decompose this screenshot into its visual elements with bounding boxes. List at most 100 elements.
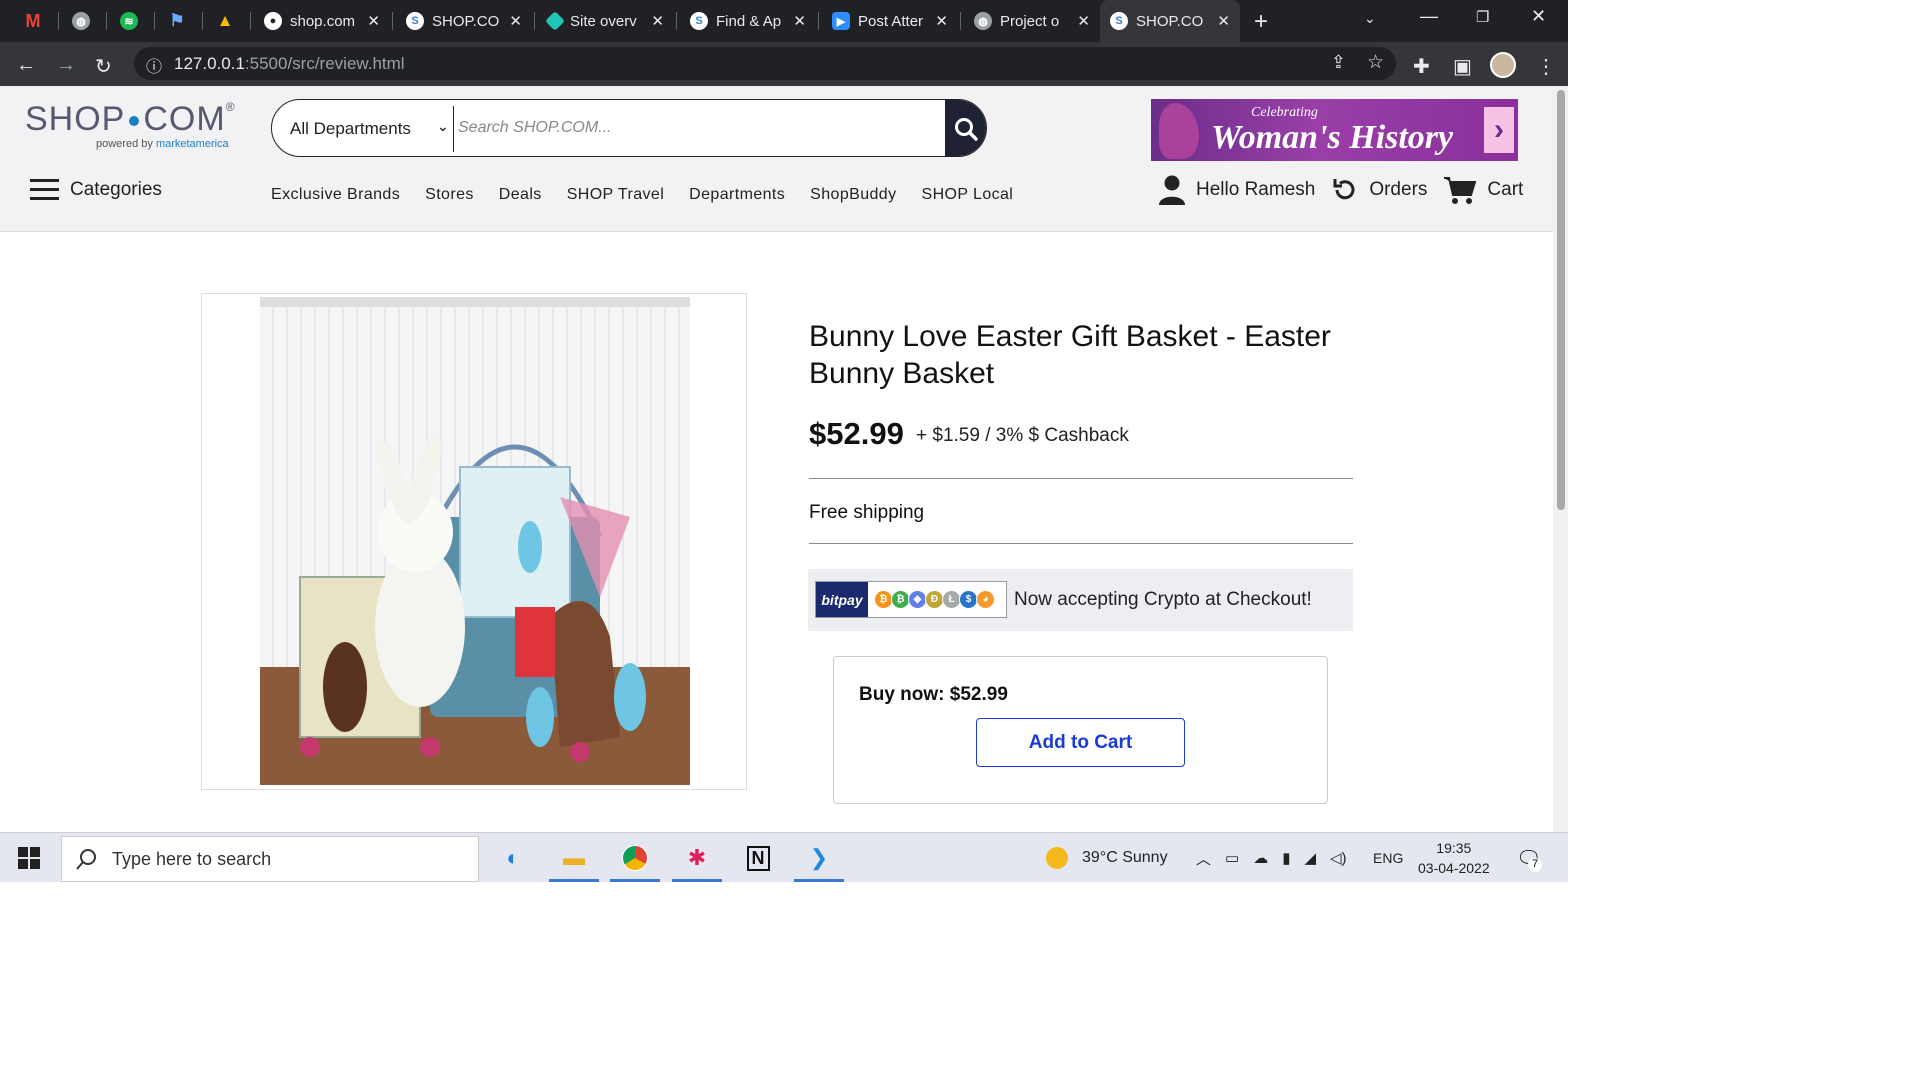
- tab-globe[interactable]: ◍: [62, 0, 104, 42]
- search-bar: All Departments ⌄: [271, 99, 987, 157]
- tab-post-attendee[interactable]: ▶ Post Atter ✕: [822, 0, 958, 42]
- share-icon[interactable]: ⇪: [1331, 52, 1346, 73]
- chevron-right-icon[interactable]: ›: [1484, 107, 1514, 153]
- taskbar-search[interactable]: Type here to search: [61, 836, 479, 882]
- tab-shop-1[interactable]: S SHOP.CO ✕: [396, 0, 532, 42]
- globe-icon: ◍: [974, 12, 992, 30]
- add-to-cart-button[interactable]: Add to Cart: [976, 718, 1185, 767]
- nav-shopbuddy[interactable]: ShopBuddy: [810, 186, 896, 204]
- close-tab-icon[interactable]: ✕: [509, 12, 522, 30]
- windows-taskbar: Type here to search ◐ ▬ ✱ N ❯ 39°C Sunny…: [0, 832, 1568, 882]
- chevron-down-icon[interactable]: ⌄: [437, 118, 449, 135]
- nav-deals[interactable]: Deals: [499, 186, 542, 204]
- account-links: Hello Ramesh Orders Cart: [1158, 174, 1523, 206]
- vscode-icon[interactable]: ❯: [802, 841, 836, 875]
- tab-find-apply[interactable]: S Find & Ap ✕: [680, 0, 816, 42]
- tab-project[interactable]: ◍ Project o ✕: [964, 0, 1100, 42]
- restore-icon[interactable]: ❐: [1476, 8, 1489, 26]
- account-greeting[interactable]: Hello Ramesh: [1196, 179, 1315, 201]
- product-image[interactable]: [260, 297, 690, 785]
- side-panel-icon[interactable]: ▣: [1453, 54, 1472, 79]
- battery-icon[interactable]: ▮: [1282, 849, 1290, 867]
- browser-tab-strip: M ◍ ≋ ⚑ ▲ ● shop.com ✕ S SHOP.CO ✕ Site over…: [0, 0, 1568, 42]
- search-icon: [954, 118, 978, 141]
- shop-logo[interactable]: SHOP COM®: [25, 100, 236, 139]
- page-scrollbar[interactable]: [1553, 86, 1568, 832]
- search-input[interactable]: [458, 108, 938, 148]
- tab-flag[interactable]: ⚑: [158, 0, 200, 42]
- sun-icon: [1046, 847, 1068, 869]
- tab-shop-active[interactable]: S SHOP.CO ✕: [1100, 0, 1240, 42]
- notion-icon[interactable]: N: [741, 841, 775, 875]
- shop-s-icon: S: [406, 12, 424, 30]
- reload-icon[interactable]: ↻: [95, 54, 112, 79]
- system-tray: ︿ ▭ ☁ ▮ ◢ ◁): [1196, 833, 1347, 883]
- tab-github[interactable]: ● shop.com ✕: [254, 0, 390, 42]
- department-select[interactable]: All Departments: [290, 119, 411, 139]
- clock[interactable]: 19:35 03-04-2022: [1418, 838, 1490, 878]
- windows-start-icon[interactable]: [18, 847, 40, 874]
- minimize-icon[interactable]: —: [1420, 6, 1438, 27]
- womens-history-banner[interactable]: Celebrating Woman's History ›: [1151, 99, 1518, 161]
- shop-s-icon: S: [1110, 12, 1128, 30]
- tab-gmail[interactable]: M: [14, 0, 56, 42]
- flag-icon: ⚑: [169, 11, 185, 30]
- github-icon: ●: [264, 12, 282, 30]
- product-image-frame: [201, 293, 747, 790]
- close-tab-icon[interactable]: ✕: [793, 12, 806, 30]
- categories-menu[interactable]: Categories: [30, 178, 162, 202]
- close-window-icon[interactable]: ✕: [1531, 6, 1546, 27]
- url-bar[interactable]: ⓘ 127.0.0.1:5500/src/review.html ⇪ ☆: [134, 47, 1396, 80]
- address-toolbar: ← → ↻ ⓘ 127.0.0.1:5500/src/review.html ⇪…: [0, 42, 1568, 86]
- language-indicator[interactable]: ENG: [1373, 833, 1403, 883]
- edge-icon[interactable]: ◐: [496, 841, 530, 875]
- tab-site-overview[interactable]: Site overv ✕: [538, 0, 674, 42]
- tab-drive[interactable]: ▲: [206, 0, 248, 42]
- globe-icon: ◍: [72, 12, 90, 30]
- chevron-up-icon[interactable]: ︿: [1196, 848, 1211, 869]
- nav-exclusive-brands[interactable]: Exclusive Brands: [271, 186, 400, 204]
- drive-icon: ▲: [216, 11, 234, 30]
- buy-box: Buy now: $52.99 Add to Cart: [833, 656, 1328, 804]
- buy-now-price: Buy now: $52.99: [859, 684, 1008, 705]
- slack-icon[interactable]: ✱: [680, 841, 714, 875]
- close-tab-icon[interactable]: ✕: [935, 12, 948, 30]
- crypto-coins-icons: ₿ ₿ ◆ Ð Ł $ ◕: [868, 582, 995, 617]
- new-tab-icon[interactable]: +: [1254, 8, 1268, 36]
- volume-icon[interactable]: ◁): [1330, 849, 1347, 867]
- close-tab-icon[interactable]: ✕: [1217, 12, 1230, 30]
- spotify-icon: ≋: [120, 12, 138, 30]
- meet-icon[interactable]: ▭: [1225, 849, 1239, 867]
- cashback-text: + $1.59 / 3% $ Cashback: [916, 425, 1129, 446]
- close-tab-icon[interactable]: ✕: [367, 12, 380, 30]
- search-button[interactable]: [945, 100, 986, 156]
- gmail-icon: M: [25, 10, 41, 31]
- chrome-icon[interactable]: [618, 841, 652, 875]
- orders-link[interactable]: Orders: [1369, 179, 1427, 201]
- crypto-notice: bitpay ₿ ₿ ◆ Ð Ł $ ◕ Now accepting Crypt…: [808, 569, 1353, 631]
- nav-stores[interactable]: Stores: [425, 186, 474, 204]
- nav-departments[interactable]: Departments: [689, 186, 785, 204]
- product-page: Bunny Love Easter Gift Basket - Easter B…: [0, 232, 1553, 832]
- avatar[interactable]: [1490, 52, 1516, 78]
- product-title: Bunny Love Easter Gift Basket - Easter B…: [809, 320, 1331, 390]
- cart-link[interactable]: Cart: [1487, 179, 1523, 201]
- tab-spotify[interactable]: ≋: [110, 0, 152, 42]
- site-info-icon[interactable]: ⓘ: [146, 53, 162, 77]
- cart-icon: [1444, 177, 1477, 204]
- nav-shop-local[interactable]: SHOP Local: [922, 186, 1014, 204]
- weather-widget[interactable]: 39°C Sunny: [1046, 833, 1168, 883]
- tab-search-icon[interactable]: ⌄: [1364, 10, 1376, 27]
- close-tab-icon[interactable]: ✕: [1077, 12, 1090, 30]
- file-explorer-icon[interactable]: ▬: [557, 841, 591, 875]
- back-icon[interactable]: ←: [16, 54, 36, 77]
- nav-shop-travel[interactable]: SHOP Travel: [567, 186, 664, 204]
- onedrive-icon[interactable]: ☁: [1253, 849, 1268, 867]
- extensions-icon[interactable]: ✚: [1413, 54, 1430, 79]
- netlify-icon: [545, 11, 565, 31]
- close-tab-icon[interactable]: ✕: [651, 12, 664, 30]
- forward-icon[interactable]: →: [56, 54, 76, 77]
- wifi-icon[interactable]: ◢: [1304, 849, 1316, 867]
- menu-kebab-icon[interactable]: ⋮: [1536, 54, 1556, 79]
- bookmark-star-icon[interactable]: ☆: [1367, 51, 1384, 74]
